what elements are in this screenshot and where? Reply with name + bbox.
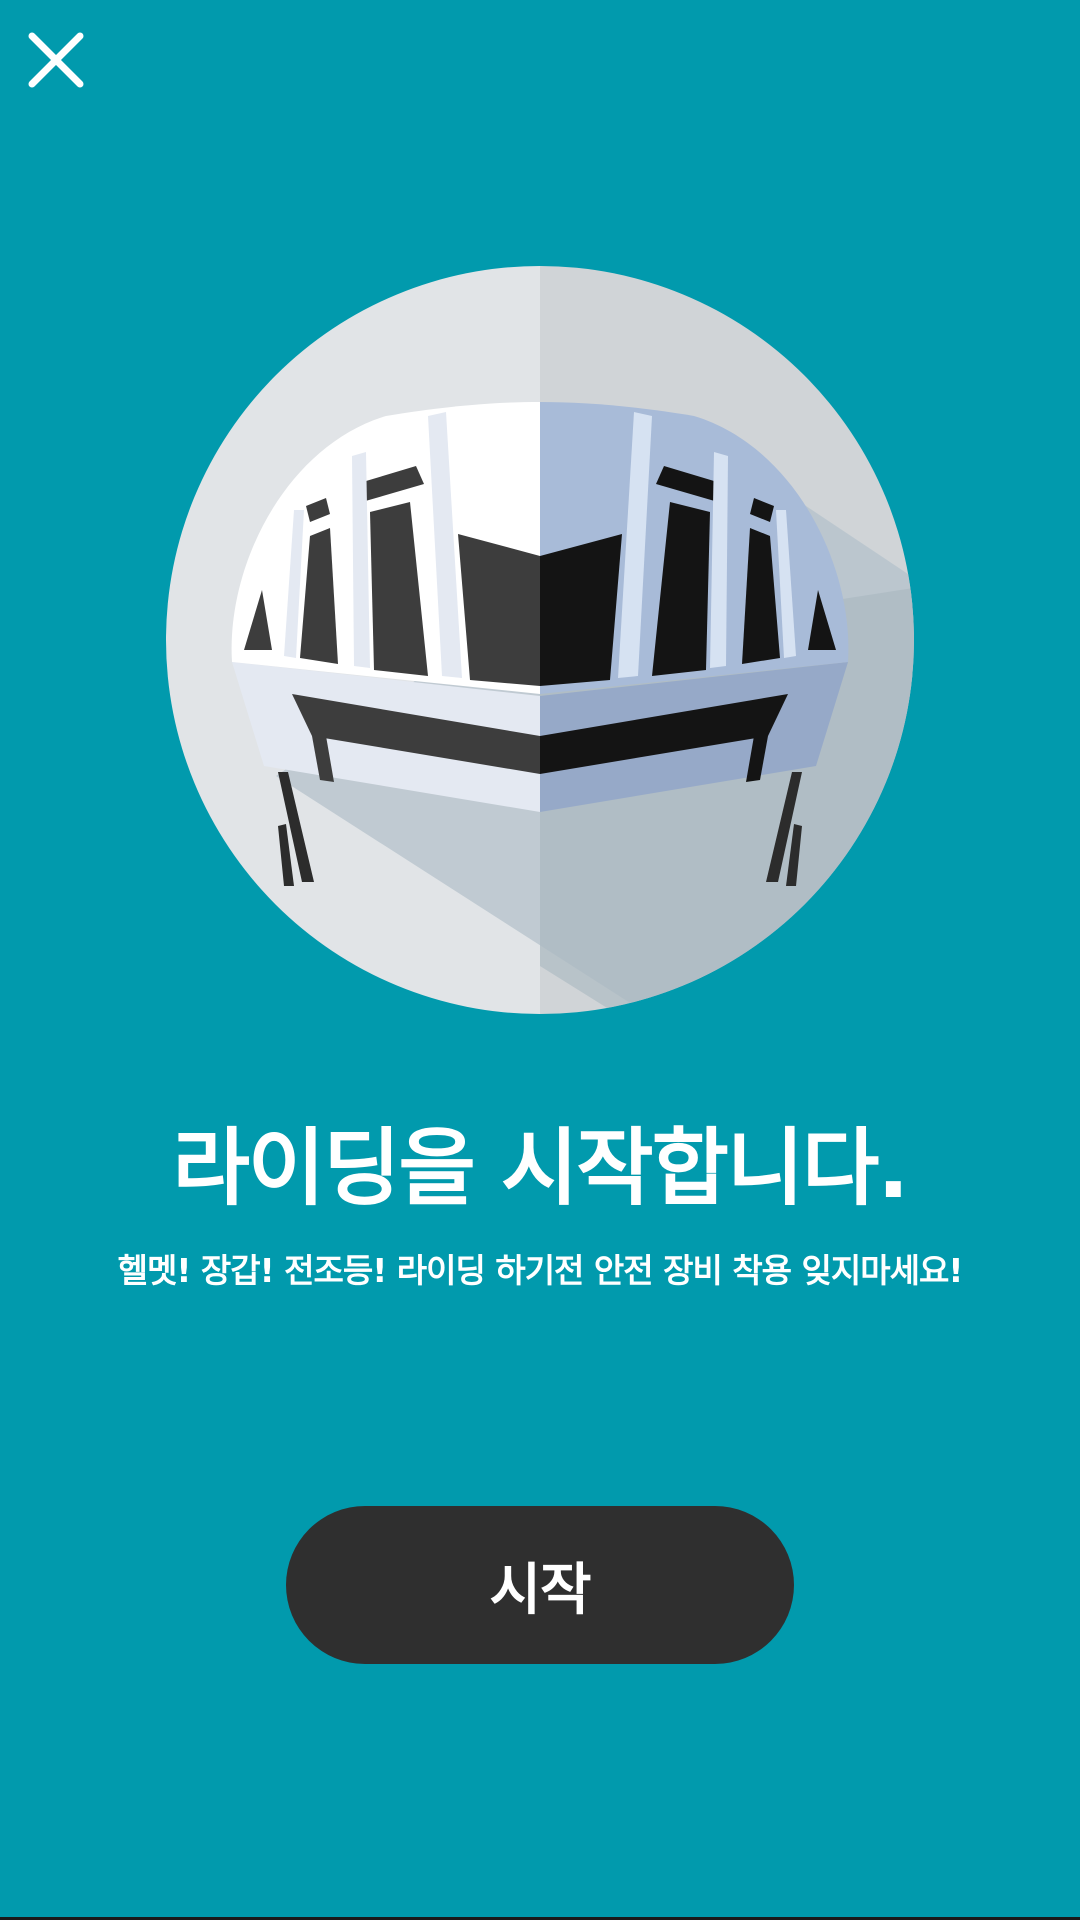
close-icon	[28, 32, 84, 88]
page-title: 라이딩을 시작합니다.	[172, 1119, 910, 1217]
safety-reminder-text: 헬멧! 장갑! 전조등! 라이딩 하기전 안전 장비 착용 잊지마세요!	[117, 1251, 964, 1290]
start-button[interactable]: 시작	[286, 1506, 794, 1664]
close-button[interactable]	[22, 26, 90, 94]
helmet-illustration	[166, 266, 914, 1014]
bicycle-helmet-icon	[166, 266, 914, 1014]
